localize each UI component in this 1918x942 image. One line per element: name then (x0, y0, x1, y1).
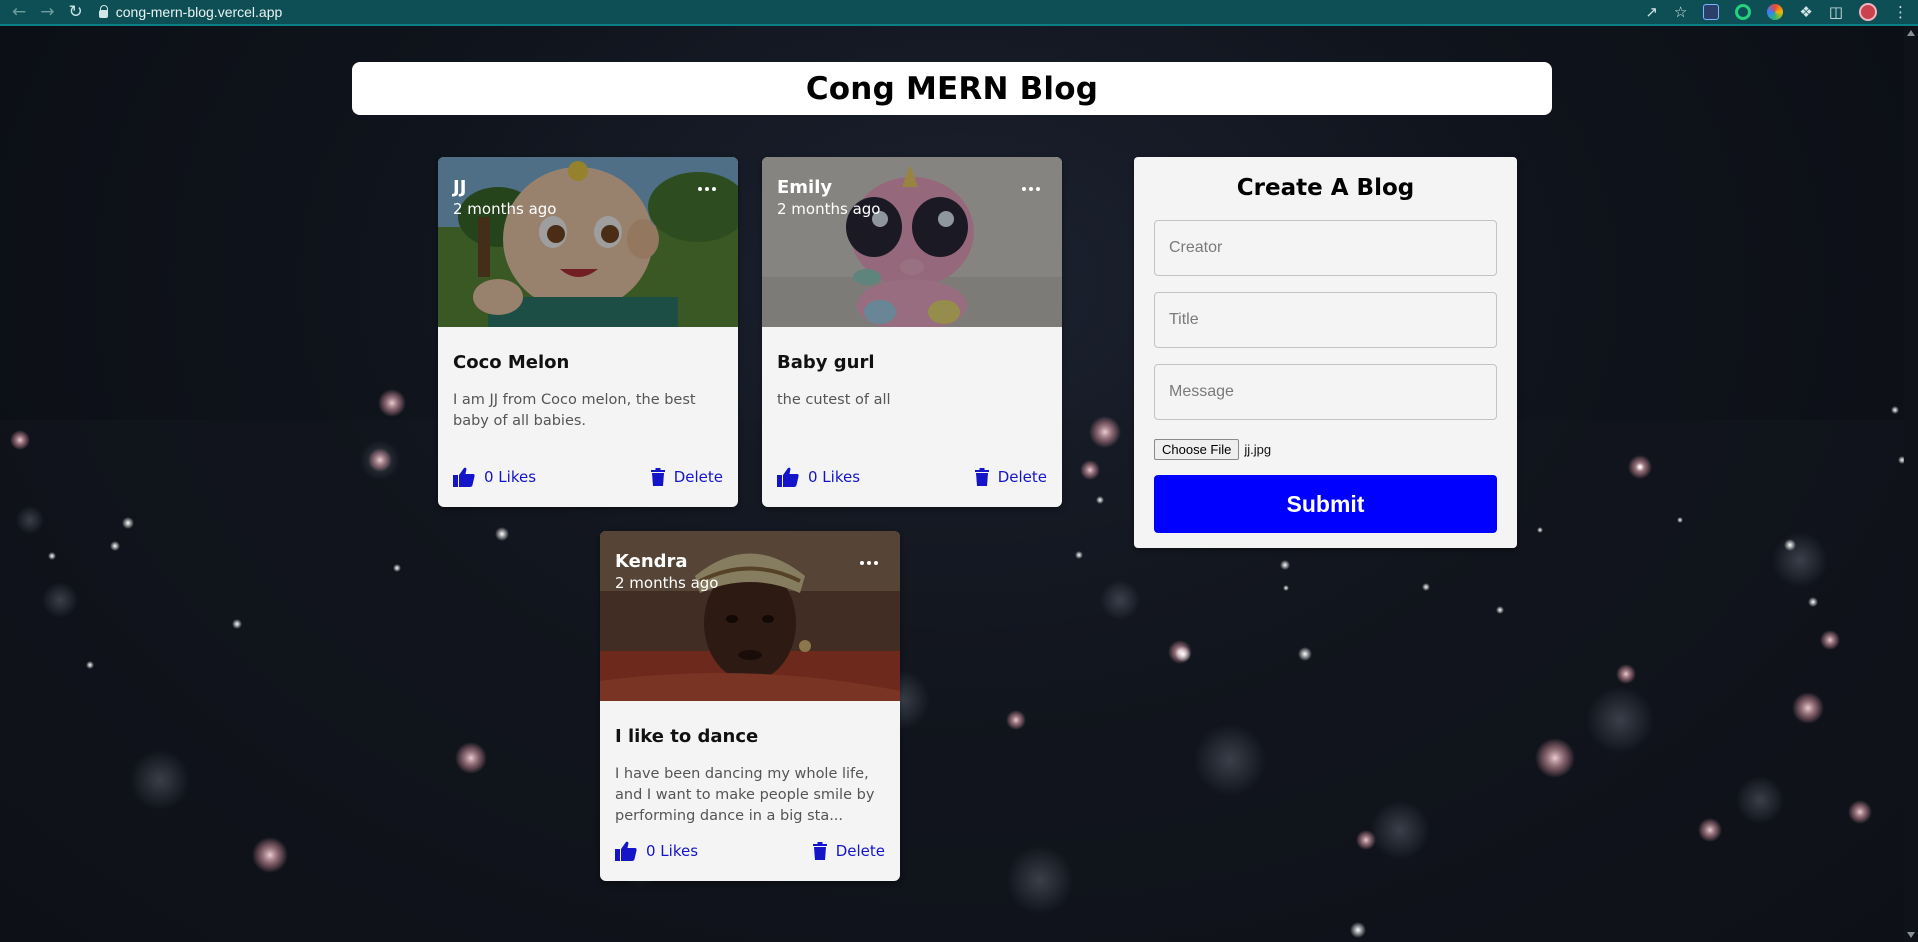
post-title: Baby gurl (777, 352, 875, 373)
scroll-down-arrow-icon[interactable] (1907, 932, 1915, 938)
delete-label: Delete (673, 468, 723, 486)
trash-icon (650, 468, 665, 486)
like-button[interactable]: 0 Likes (615, 841, 698, 861)
like-button[interactable]: 0 Likes (777, 467, 860, 487)
post-message: I have been dancing my whole life, and I… (615, 766, 875, 824)
address-bar[interactable]: cong-mern-blog.vercel.app (98, 4, 283, 20)
side-panel-icon[interactable]: ◫ (1829, 4, 1843, 20)
url-text: cong-mern-blog.vercel.app (115, 4, 283, 20)
back-arrow-icon[interactable]: ← (12, 3, 26, 21)
post-actions: 0 Likes Delete (615, 841, 885, 861)
post-actions: 0 Likes Delete (453, 467, 723, 487)
color-extension-icon[interactable] (1767, 4, 1784, 20)
like-button[interactable]: 0 Likes (453, 467, 536, 487)
more-options-icon[interactable] (698, 187, 716, 191)
post-card: Emily 2 months ago Baby gurl the cutest … (762, 157, 1062, 507)
like-count: 0 Likes (484, 468, 537, 486)
extensions-puzzle-icon[interactable]: ❖ (1799, 4, 1812, 20)
share-icon[interactable]: ↗ (1645, 4, 1658, 20)
browser-nav: ← → ↻ (0, 3, 83, 21)
post-image (438, 157, 738, 327)
bookmark-star-icon[interactable]: ☆ (1674, 4, 1687, 20)
browser-menu-icon[interactable]: ⋮ (1893, 4, 1908, 20)
image-overlay (438, 157, 738, 327)
like-count: 0 Likes (646, 842, 699, 860)
post-time: 2 months ago (453, 200, 557, 218)
browser-toolbar: ← → ↻ cong-mern-blog.vercel.app ↗ ☆ ❖ ◫ … (0, 0, 1918, 26)
submit-button[interactable]: Submit (1154, 475, 1497, 533)
message-input[interactable] (1154, 364, 1497, 420)
post-title: Coco Melon (453, 352, 570, 373)
browser-actions: ↗ ☆ ❖ ◫ ⋮ (1645, 3, 1918, 21)
post-creator: Kendra (615, 551, 688, 572)
more-options-icon[interactable] (1022, 187, 1040, 191)
title-input[interactable] (1154, 292, 1497, 348)
app-title: Cong MERN Blog (805, 70, 1099, 107)
post-card: Kendra 2 months ago I like to dance I ha… (600, 531, 900, 881)
delete-button[interactable]: Delete (812, 842, 885, 860)
delete-label: Delete (835, 842, 885, 860)
post-time: 2 months ago (615, 574, 719, 592)
choose-file-button[interactable]: Choose File (1154, 439, 1240, 460)
thumbs-up-icon (453, 467, 475, 487)
create-blog-form: Create A Blog Choose File jj.jpg Submit (1134, 157, 1517, 548)
circle-extension-icon[interactable] (1735, 4, 1752, 20)
scroll-up-arrow-icon[interactable] (1907, 30, 1915, 36)
post-creator: JJ (453, 177, 467, 198)
post-time: 2 months ago (777, 200, 881, 218)
like-count: 0 Likes (808, 468, 861, 486)
delete-button[interactable]: Delete (650, 468, 723, 486)
post-creator: Emily (777, 177, 833, 198)
post-message: I am JJ from Coco melon, the best baby o… (453, 392, 696, 429)
creator-input[interactable] (1154, 220, 1497, 276)
lock-icon (98, 5, 109, 18)
post-message: the cutest of all (777, 392, 891, 408)
form-heading: Create A Blog (1236, 175, 1415, 201)
page-scrollbar[interactable] (1904, 26, 1918, 942)
post-title: I like to dance (615, 726, 759, 747)
post-card: JJ 2 months ago Coco Melon I am JJ from … (438, 157, 738, 507)
forward-arrow-icon[interactable]: → (40, 3, 54, 21)
more-options-icon[interactable] (860, 561, 878, 565)
profile-avatar[interactable] (1859, 3, 1877, 21)
trash-icon (812, 842, 827, 860)
post-actions: 0 Likes Delete (777, 467, 1047, 487)
trash-icon (974, 468, 989, 486)
thumbs-up-icon (777, 467, 799, 487)
reload-icon[interactable]: ↻ (69, 3, 83, 21)
delete-label: Delete (997, 468, 1047, 486)
chosen-file-name: jj.jpg (1244, 442, 1272, 457)
app-header: Cong MERN Blog (352, 62, 1552, 115)
delete-button[interactable]: Delete (974, 468, 1047, 486)
react-devtools-extension-icon[interactable] (1703, 4, 1720, 20)
thumbs-up-icon (615, 841, 637, 861)
file-picker: Choose File jj.jpg (1154, 439, 1271, 460)
